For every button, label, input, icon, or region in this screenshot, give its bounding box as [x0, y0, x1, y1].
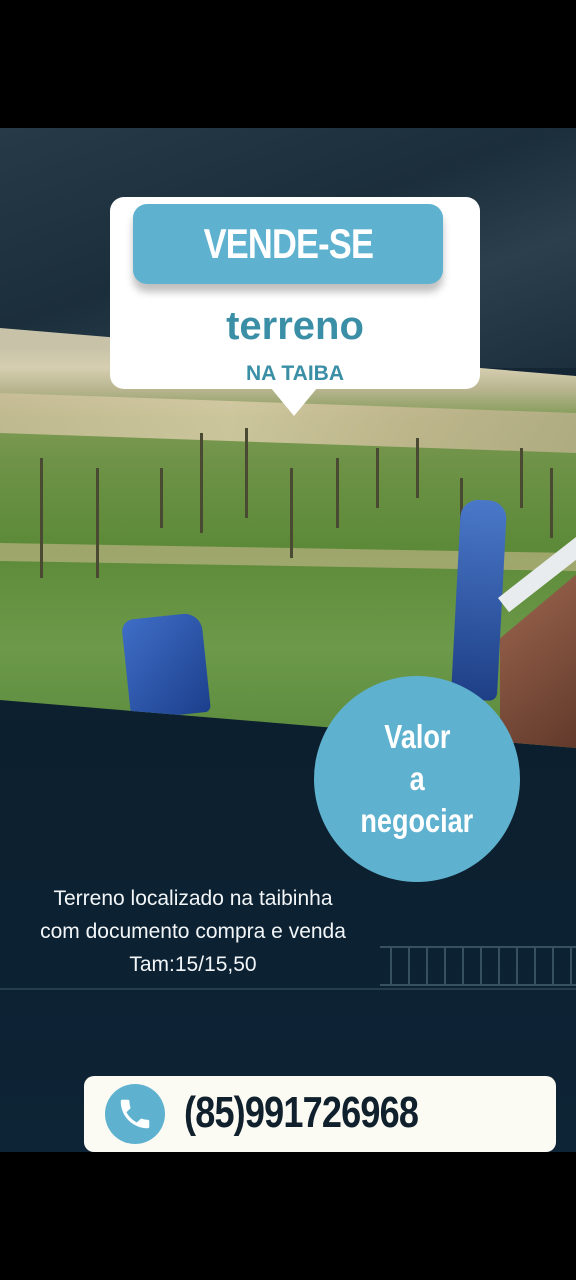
price-badge: Valor a negociar — [314, 676, 520, 882]
phone-icon[interactable] — [105, 1084, 165, 1144]
price-badge-line: Valor — [383, 718, 451, 755]
fence-post — [200, 433, 203, 533]
headline-text: VENDE-SE — [203, 220, 373, 267]
ad-poster: VENDE-SE terreno NA TAIBA Valor a negoci… — [0, 128, 576, 1152]
phone-number[interactable]: (85)991726968 — [184, 1088, 419, 1138]
fence-post — [336, 458, 339, 528]
headline-banner: VENDE-SE — [133, 204, 443, 284]
description-line: Tam:15/15,50 — [129, 953, 257, 976]
location-text: NA TAIBA — [246, 362, 344, 385]
fence-post — [245, 428, 248, 518]
fence-post — [376, 448, 379, 508]
decorative-border — [380, 946, 576, 986]
decorative-line — [0, 988, 576, 990]
fence-post — [550, 468, 553, 538]
price-badge-line: a — [409, 760, 425, 797]
subtitle-text: terreno — [226, 304, 364, 348]
description-line: Terreno localizado na taibinha — [53, 887, 333, 910]
fence-post — [520, 448, 523, 508]
description-line: com documento compra e venda — [40, 920, 346, 943]
fence-post — [290, 468, 293, 558]
title-card-pointer — [266, 382, 322, 416]
fence-post — [160, 468, 163, 528]
description: Terreno localizado na taibinha com docum… — [0, 882, 386, 981]
fence-post — [416, 438, 419, 498]
fence-post — [40, 458, 43, 578]
blue-bag — [120, 612, 212, 720]
fence-post — [96, 468, 99, 578]
price-badge-line: negociar — [360, 802, 474, 839]
